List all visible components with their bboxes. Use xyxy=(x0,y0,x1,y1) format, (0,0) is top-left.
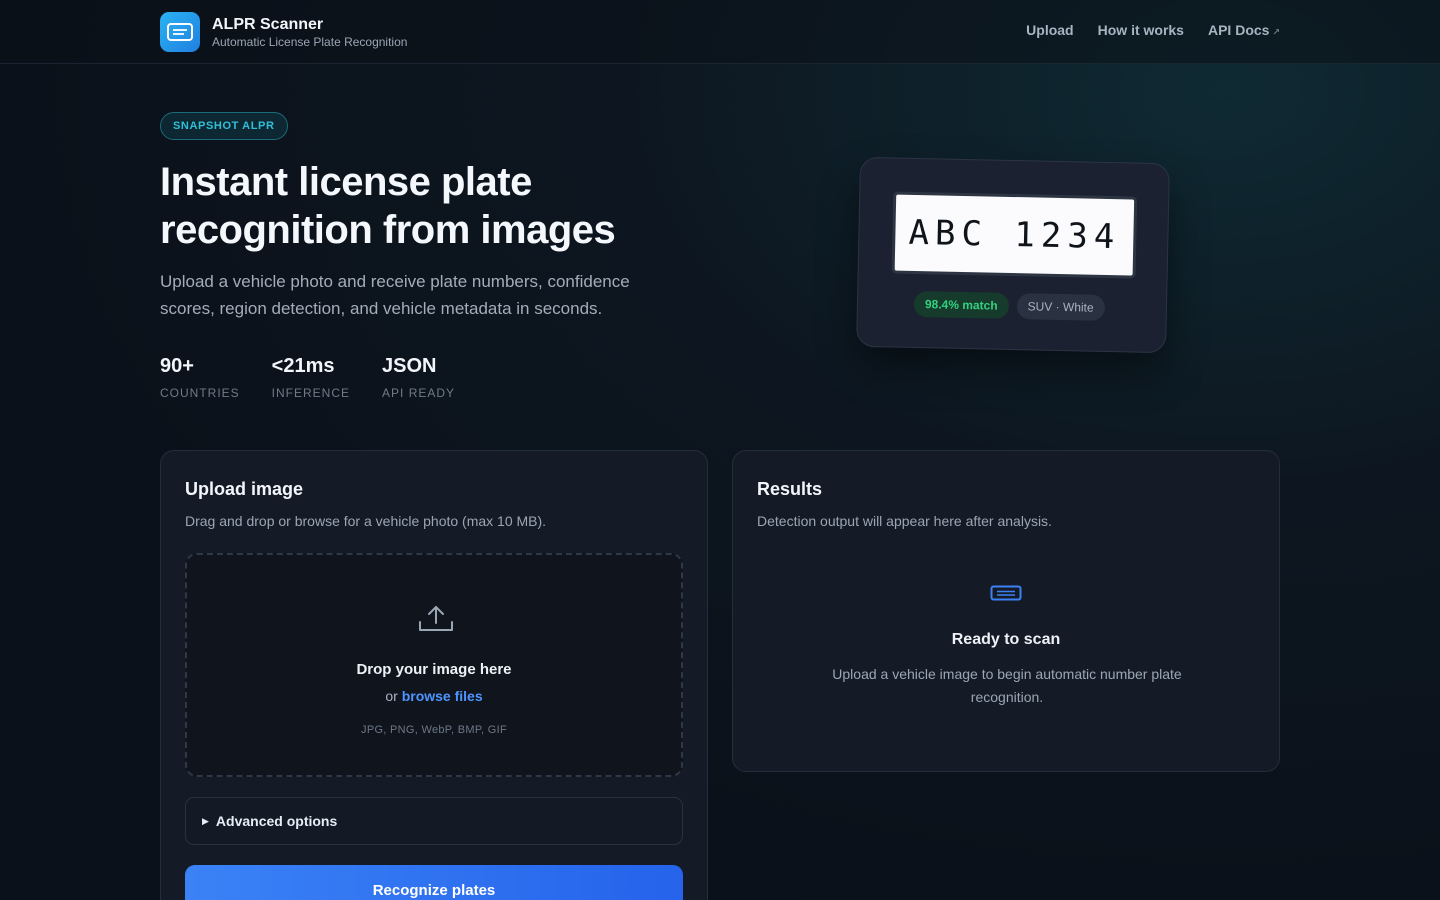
disclosure-triangle-icon: ▶ xyxy=(202,815,209,826)
recognize-plates-button[interactable]: Recognize plates xyxy=(185,865,683,900)
upload-panel: Upload image Drag and drop or browse for… xyxy=(160,450,708,900)
stat-label: API READY xyxy=(382,386,456,400)
product-badge: SNAPSHOT ALPR xyxy=(160,112,288,140)
stat-value: <21ms xyxy=(271,355,335,377)
stat-value: JSON xyxy=(382,355,437,377)
nav-link-api-docs[interactable]: API Docs ↗ xyxy=(1208,22,1280,38)
results-panel-title: Results xyxy=(757,479,823,499)
dropzone-or-text: or xyxy=(385,688,398,704)
dropzone-title: Drop your image here xyxy=(356,661,512,678)
main-nav: Upload How it works API Docs ↗ xyxy=(1026,22,1280,38)
preview-chips: 98.4% match SUV · White xyxy=(913,290,1105,321)
match-confidence-chip: 98.4% match xyxy=(913,290,1009,319)
supported-formats: JPG, PNG, WebP, BMP, GIF xyxy=(361,724,507,736)
stat-inference: <21ms INFERENCE xyxy=(272,354,350,400)
top-navigation-bar: ALPR Scanner Automatic License Plate Rec… xyxy=(0,0,1440,64)
nav-link-api-docs-label: API Docs xyxy=(1207,22,1270,38)
upload-icon xyxy=(417,603,455,640)
stats-row: 90+ COUNTRIES <21ms INFERENCE JSON API R… xyxy=(160,354,455,400)
stat-value: 90+ xyxy=(160,355,194,377)
license-plate-logo-icon xyxy=(160,12,200,52)
brand-name: ALPR Scanner xyxy=(212,16,324,33)
upload-panel-title: Upload image xyxy=(185,479,304,499)
plate-preview-card: ABC 1234 98.4% match SUV · White xyxy=(856,156,1170,354)
dropzone-browse-line: or browse files xyxy=(187,688,681,704)
vehicle-type-chip: SUV · White xyxy=(1016,293,1105,321)
stat-label: COUNTRIES xyxy=(160,386,240,400)
license-plate-icon xyxy=(990,585,1022,606)
image-dropzone[interactable]: Drop your image here or browse files JPG… xyxy=(185,553,683,777)
license-plate-preview: ABC 1234 xyxy=(891,191,1138,279)
stat-countries: 90+ COUNTRIES xyxy=(160,354,240,400)
nav-link-upload[interactable]: Upload xyxy=(1026,22,1073,38)
upload-panel-subtitle: Drag and drop or browse for a vehicle ph… xyxy=(185,513,547,529)
brand-tagline: Automatic License Plate Recognition xyxy=(212,35,408,49)
stat-api: JSON API READY xyxy=(382,354,455,400)
empty-state-title: Ready to scan xyxy=(951,631,1061,648)
stat-label: INFERENCE xyxy=(271,386,351,400)
brand[interactable]: ALPR Scanner Automatic License Plate Rec… xyxy=(160,12,407,52)
browse-files-link[interactable]: browse files xyxy=(402,688,483,704)
brand-text: ALPR Scanner Automatic License Plate Rec… xyxy=(212,15,407,49)
results-panel-subtitle: Detection output will appear here after … xyxy=(757,513,1052,529)
results-panel: Results Detection output will appear her… xyxy=(732,450,1280,772)
nav-link-how-it-works[interactable]: How it works xyxy=(1098,22,1184,38)
advanced-options-toggle[interactable]: ▶ Advanced options xyxy=(185,797,683,845)
hero-title: Instant license plate recognition from i… xyxy=(160,160,616,252)
empty-state-subtitle: Upload a vehicle image to begin automati… xyxy=(832,666,1182,705)
external-link-icon: ↗ xyxy=(1272,27,1280,37)
advanced-options-label: Advanced options xyxy=(215,813,338,829)
hero-subtitle: Upload a vehicle photo and receive plate… xyxy=(160,272,630,318)
